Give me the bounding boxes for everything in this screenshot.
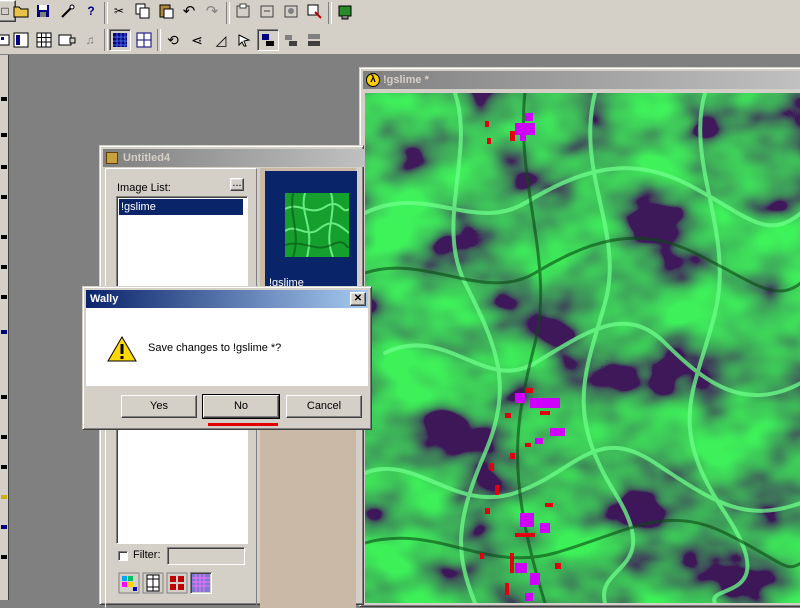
rotate-icon[interactable]: ⟲ xyxy=(162,29,184,51)
texture-window[interactable]: λ !gslime * xyxy=(359,67,800,607)
thumbnail-image xyxy=(285,193,349,257)
wad-window-title: Untitled4 xyxy=(123,152,171,164)
undo-icon[interactable]: ↶ xyxy=(178,0,200,22)
filter-label: Filter: xyxy=(133,549,161,561)
slime-texture-image xyxy=(365,93,800,603)
view-toolbar: ♫ ⟲ ⋖ ◿ xyxy=(0,26,800,55)
tool-b-icon[interactable] xyxy=(256,0,278,22)
image-list-label: Image List: xyxy=(117,182,171,194)
no-button-highlight-underline xyxy=(208,423,278,426)
audio-icon[interactable]: ♫ xyxy=(79,29,101,51)
tile-a-icon[interactable] xyxy=(257,29,279,51)
thumbnail-selected[interactable]: !gslime xyxy=(265,171,357,294)
save-changes-dialog[interactable]: Wally ✕ Save changes to !gslime *? Yes N… xyxy=(82,286,372,430)
browse-button[interactable]: ... xyxy=(230,178,244,191)
grid-b-icon[interactable] xyxy=(133,29,155,51)
cancel-button[interactable]: Cancel xyxy=(286,395,362,418)
tile-b-icon[interactable] xyxy=(280,29,302,51)
wad-window-titlebar[interactable]: Untitled4 xyxy=(103,149,365,167)
cut-icon[interactable]: ✂ xyxy=(108,0,130,22)
list-item[interactable]: !gslime xyxy=(119,199,243,215)
dialog-title: Wally xyxy=(90,293,119,305)
tile-c-icon[interactable] xyxy=(303,29,325,51)
yes-button[interactable]: Yes xyxy=(121,395,197,418)
warning-icon xyxy=(107,336,137,362)
grid-a-icon[interactable] xyxy=(109,29,131,51)
film-icon[interactable] xyxy=(142,572,164,594)
palette-icon[interactable] xyxy=(118,572,140,594)
no-button[interactable]: No xyxy=(202,394,280,419)
tool-palette-strip xyxy=(0,55,9,600)
redo-icon[interactable]: ↷ xyxy=(201,0,223,22)
package-icon xyxy=(106,152,118,164)
view-c-icon[interactable] xyxy=(33,29,55,51)
tool-c-icon[interactable] xyxy=(280,0,302,22)
open-icon[interactable] xyxy=(10,0,32,22)
red-tiles-icon[interactable] xyxy=(166,572,188,594)
filter-input[interactable] xyxy=(167,547,245,565)
dialog-message-area: Save changes to !gslime *? xyxy=(86,308,368,386)
save-icon[interactable] xyxy=(32,0,54,22)
help-icon[interactable]: ? xyxy=(80,0,102,22)
dialog-close-button[interactable]: ✕ xyxy=(350,292,366,306)
texture-canvas[interactable] xyxy=(365,93,800,603)
filter-checkbox[interactable] xyxy=(118,551,128,561)
main-toolbar: □ ? ✂ ↶ ↷ xyxy=(0,0,800,26)
texture-window-title: !gslime * xyxy=(383,74,429,86)
paste-icon[interactable] xyxy=(155,0,177,22)
texture-window-titlebar[interactable]: λ !gslime * xyxy=(363,71,800,89)
wand-icon[interactable] xyxy=(56,0,78,22)
dialog-message: Save changes to !gslime *? xyxy=(148,342,282,354)
half-life-lambda-icon: λ xyxy=(366,73,380,87)
dialog-titlebar[interactable]: Wally ✕ xyxy=(86,290,368,308)
view-b-icon[interactable] xyxy=(10,29,32,51)
mirror-icon[interactable]: ⋖ xyxy=(186,29,208,51)
run-icon[interactable] xyxy=(334,0,356,22)
view-d-icon[interactable] xyxy=(56,29,78,51)
flip-icon[interactable]: ◿ xyxy=(210,29,232,51)
copy-icon[interactable] xyxy=(132,0,154,22)
tool-d-icon[interactable] xyxy=(303,0,325,22)
tool-a-icon[interactable] xyxy=(232,0,254,22)
grid-view-icon[interactable] xyxy=(190,572,212,594)
arrow-icon[interactable] xyxy=(233,29,255,51)
